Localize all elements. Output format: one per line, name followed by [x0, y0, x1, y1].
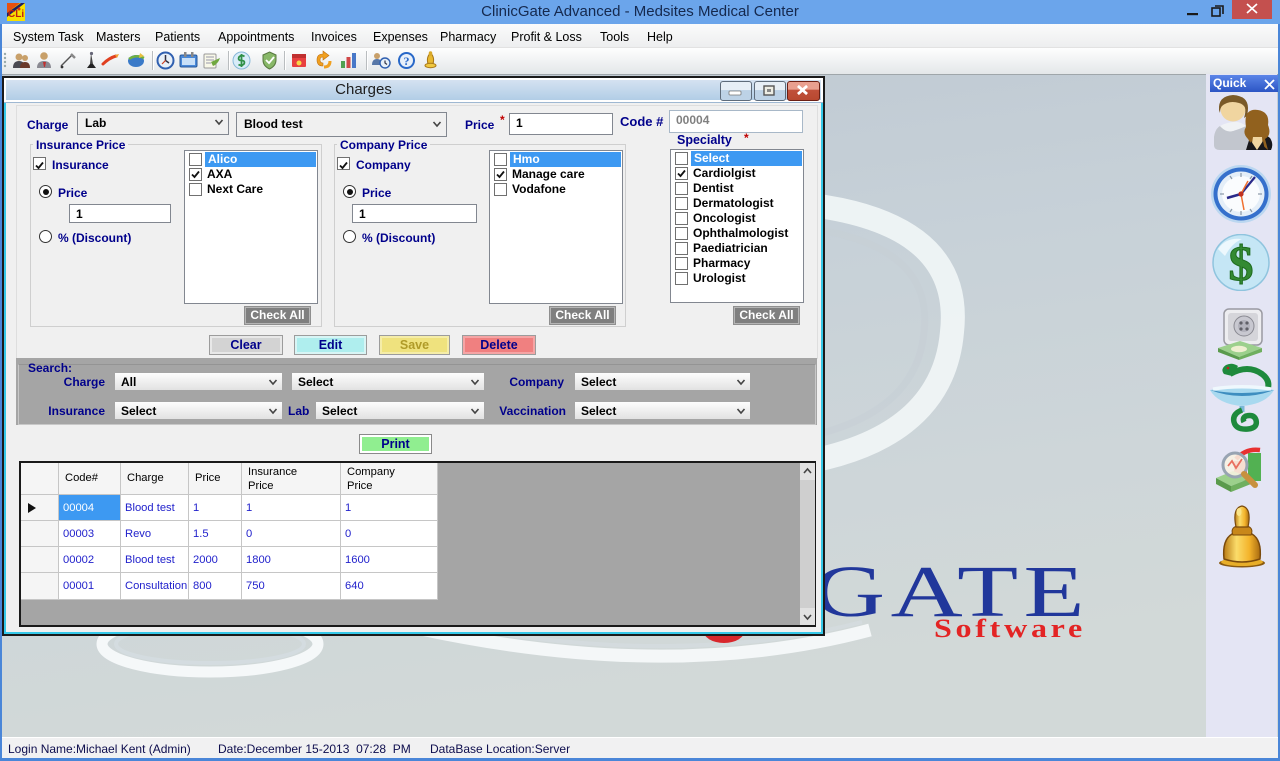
svg-text:?: ?	[404, 54, 410, 68]
svg-text:$: $	[1229, 235, 1254, 291]
svg-text:Software: Software	[934, 614, 1086, 643]
